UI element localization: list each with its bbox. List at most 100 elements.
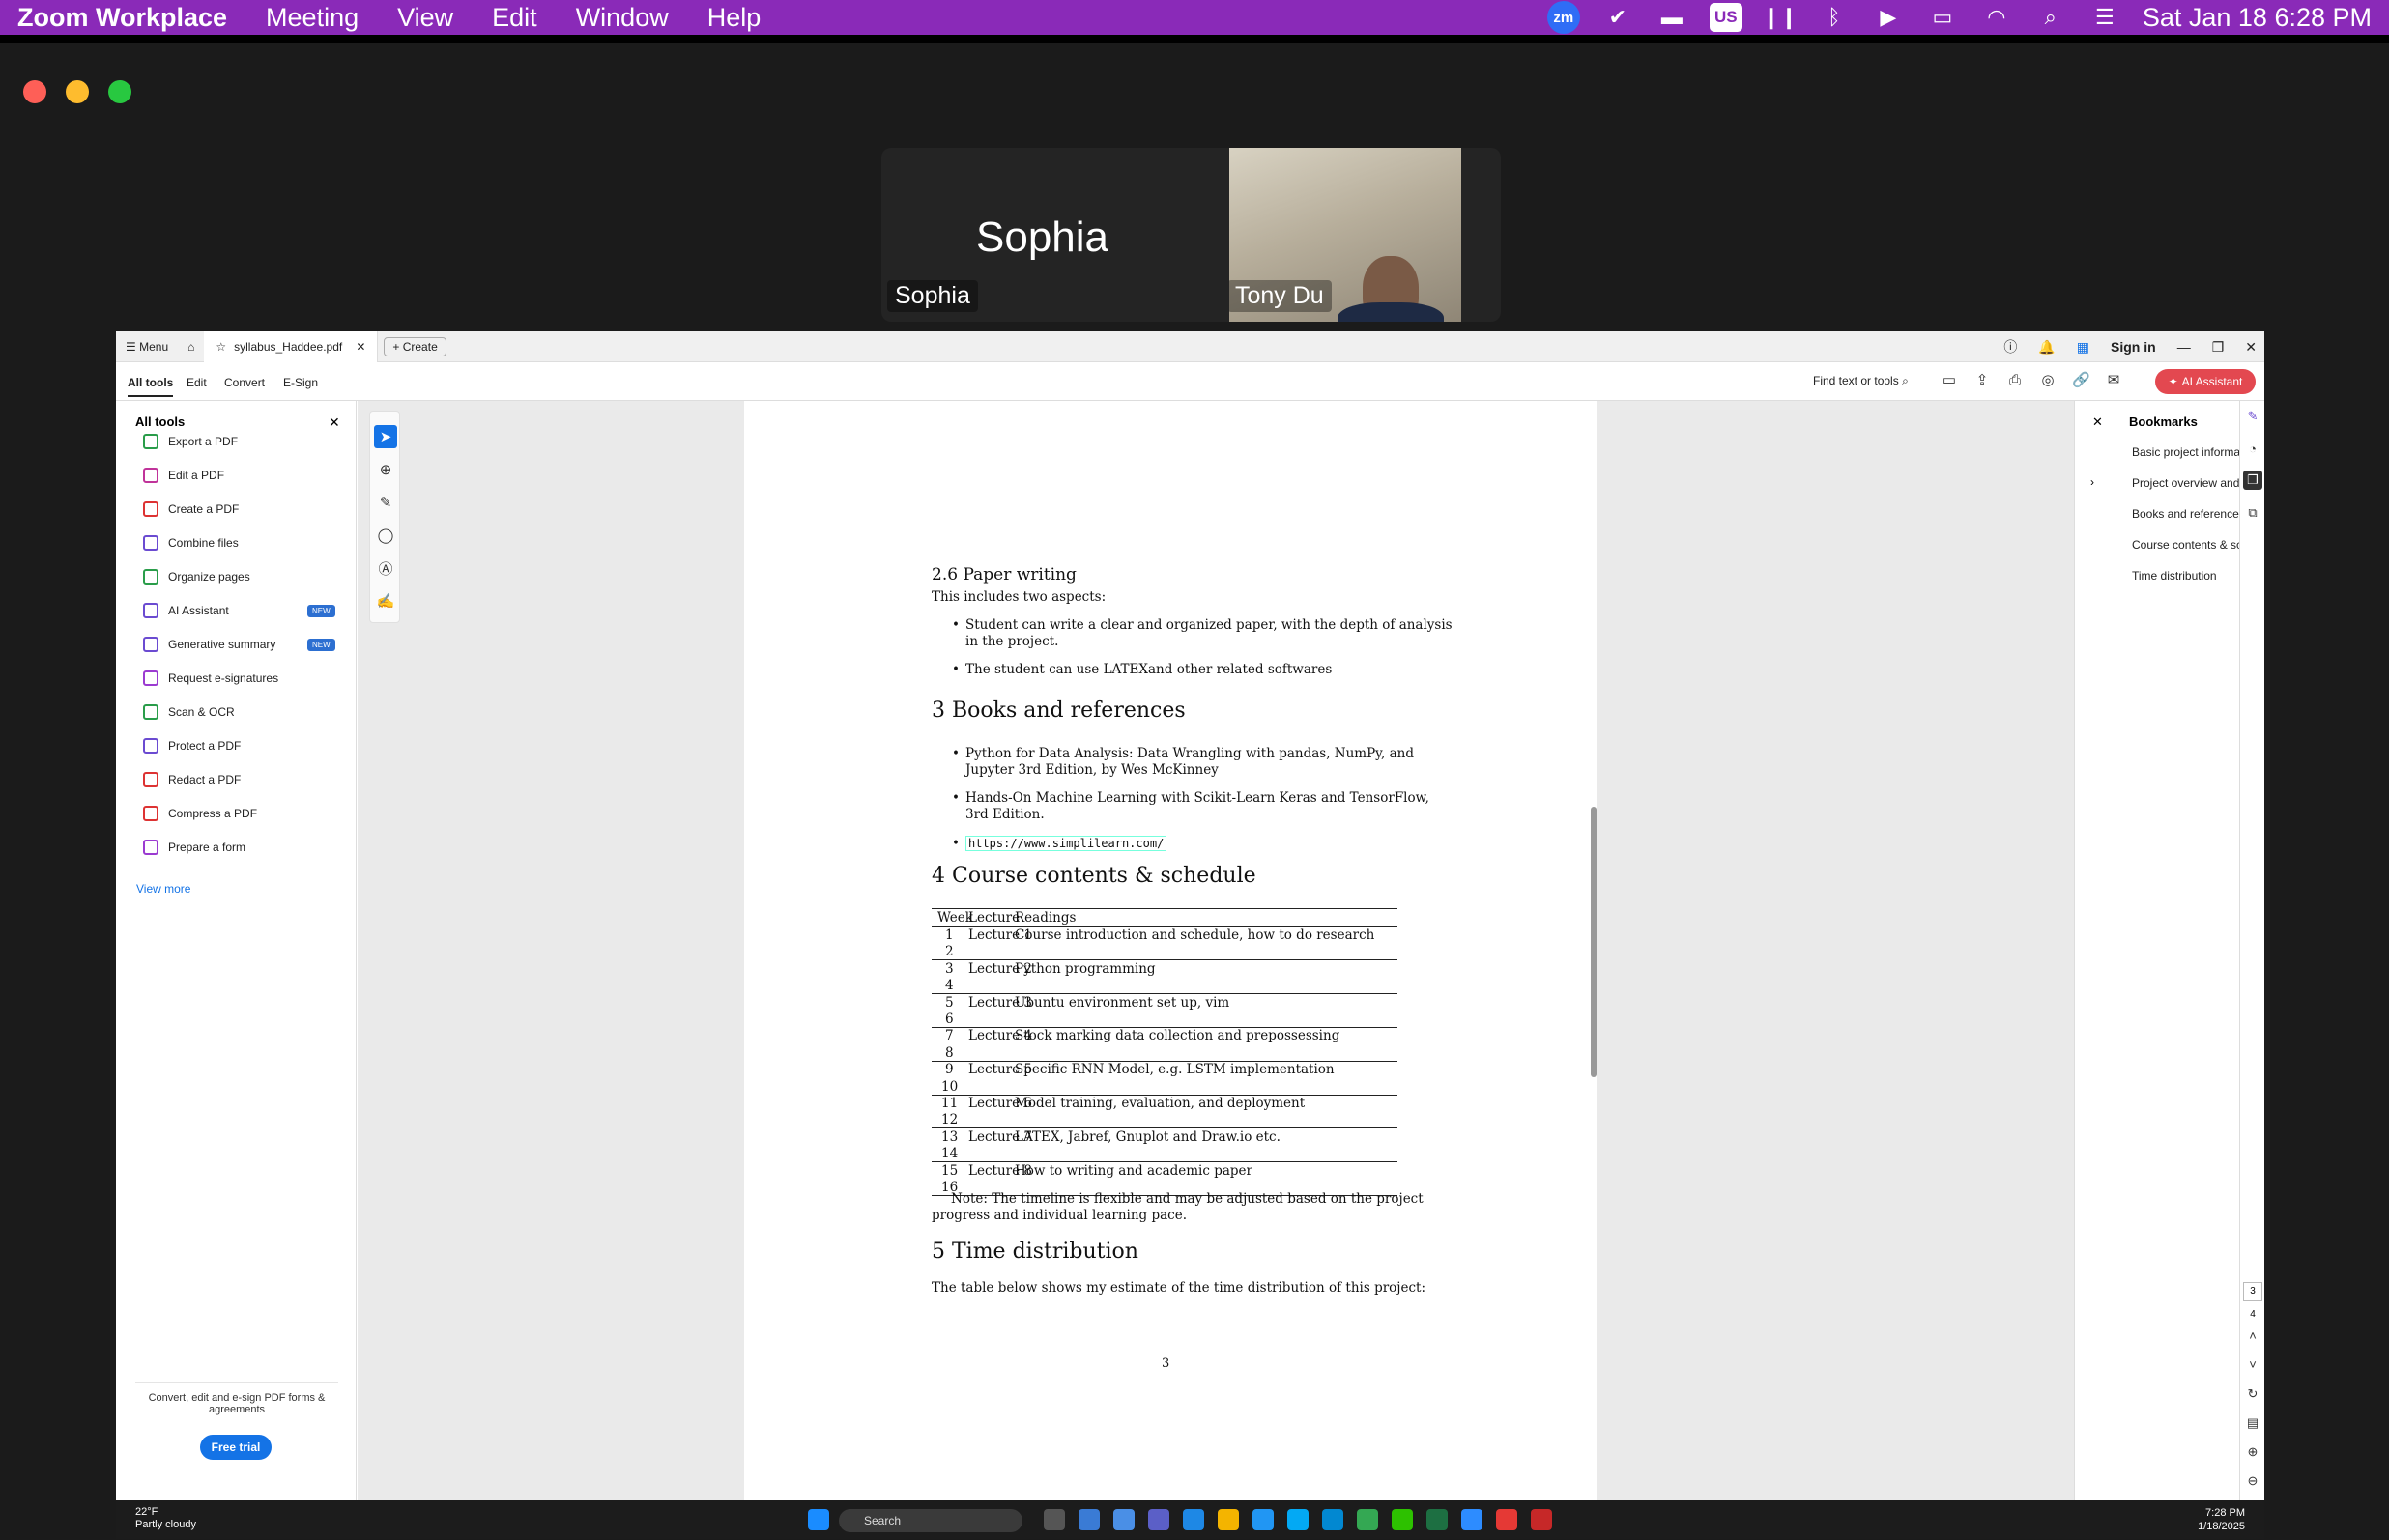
app-icon[interactable] [1252, 1509, 1274, 1530]
taskbar-search[interactable]: Search [839, 1509, 1022, 1532]
airpods-icon[interactable]: ❙❙ [1762, 5, 1798, 30]
weather-widget[interactable]: 22°F Partly cloudy [135, 1506, 196, 1531]
zoom-in-icon[interactable]: ⊕ [2243, 1442, 2262, 1462]
close-window-button[interactable] [23, 80, 46, 103]
tool-prepare-form[interactable]: Prepare a form [143, 838, 245, 857]
bookmark-item[interactable]: Books and references [2132, 507, 2245, 521]
bookmark-item[interactable]: Time distribution [2132, 569, 2217, 583]
page-down-icon[interactable]: ˅ [2243, 1355, 2262, 1375]
close-tab-icon[interactable]: ✕ [356, 340, 365, 354]
chevron-right-icon[interactable]: › [2090, 475, 2094, 489]
app-icon[interactable] [1496, 1509, 1517, 1530]
excel-icon[interactable] [1426, 1509, 1448, 1530]
zoom-out-icon[interactable]: ⊖ [2243, 1471, 2262, 1491]
menu-view[interactable]: View [378, 3, 473, 33]
screen-icon[interactable]: ▬ [1655, 5, 1688, 30]
battery-icon[interactable]: ▭ [1926, 5, 1959, 30]
document-viewport[interactable]: 2.6 Paper writing This includes two aspe… [358, 401, 2074, 1500]
tool-redact-pdf[interactable]: Redact a PDF [143, 770, 241, 789]
bell-icon[interactable]: 🔔 [2038, 339, 2055, 356]
zoom-icon[interactable] [1461, 1509, 1482, 1530]
menubar-clock[interactable]: Sat Jan 18 6:28 PM [2143, 3, 2372, 33]
tab-esign[interactable]: E-Sign [283, 376, 318, 389]
keyboard-input-icon[interactable]: US [1709, 3, 1742, 32]
search-icon[interactable]: ⌕ [2034, 5, 2067, 30]
app-icon[interactable] [1287, 1509, 1309, 1530]
home-icon[interactable]: ⌂ [178, 331, 204, 362]
apps-grid-icon[interactable]: ▦ [2077, 339, 2089, 356]
restore-icon[interactable]: ❐ [2212, 339, 2225, 356]
tool-organize-pages[interactable]: Organize pages [143, 567, 250, 586]
menu-edit[interactable]: Edit [473, 3, 557, 33]
ai-assistant-button[interactable]: ✦ AI Assistant [2155, 369, 2256, 394]
menu-meeting[interactable]: Meeting [246, 3, 378, 33]
view-more-link[interactable]: View more [136, 882, 190, 896]
tab-all-tools[interactable]: All tools [128, 376, 174, 397]
tool-generative-summary[interactable]: Generative summary [143, 635, 275, 654]
minimize-icon[interactable]: — [2177, 339, 2191, 355]
tab-edit[interactable]: Edit [187, 376, 207, 389]
bluetooth-icon[interactable]: ᛒ [1818, 5, 1851, 30]
current-page-field[interactable]: 3 [2243, 1282, 2262, 1301]
tool-edit-pdf[interactable]: Edit a PDF [143, 466, 224, 485]
document-tab[interactable]: ☆ syllabus_Haddee.pdf ✕ [204, 331, 379, 362]
help-icon[interactable]: ⓘ [2003, 337, 2017, 356]
taskbar-clock[interactable]: 7:28 PM 1/18/2025 [2198, 1506, 2245, 1533]
pages-icon[interactable]: ⧉ [2243, 503, 2262, 523]
email-icon[interactable]: ✉ [2105, 372, 2122, 389]
store-icon[interactable] [1113, 1509, 1135, 1530]
reference-link[interactable]: https://www.simplilearn.com/ [965, 836, 1167, 851]
fullscreen-window-button[interactable] [108, 80, 131, 103]
sign-icon[interactable]: ✍ [374, 589, 397, 613]
select-cursor-icon[interactable]: ➤ [374, 425, 397, 448]
find-tools-button[interactable]: Find text or tools ⌕ [1813, 374, 1909, 388]
sign-in-button[interactable]: Sign in [2111, 339, 2156, 355]
hamburger-menu-button[interactable]: ☰ Menu [116, 331, 178, 362]
tool-create-pdf[interactable]: Create a PDF [143, 499, 239, 519]
create-button[interactable]: + Create [384, 336, 446, 356]
close-bookmarks-icon[interactable]: ✕ [2092, 414, 2103, 430]
link-icon[interactable]: 🔗 [2072, 372, 2090, 389]
menu-app-name[interactable]: Zoom Workplace [0, 3, 246, 33]
wifi-icon[interactable]: ◠ [1980, 5, 2013, 30]
star-icon[interactable]: ☆ [216, 340, 226, 354]
tool-export-pdf[interactable]: Export a PDF [143, 432, 238, 451]
tool-compress-pdf[interactable]: Compress a PDF [143, 804, 257, 823]
acrobat-icon[interactable] [1531, 1509, 1552, 1530]
teams-icon[interactable] [1148, 1509, 1169, 1530]
free-trial-button[interactable]: Free trial [200, 1435, 272, 1460]
tool-request-esignatures[interactable]: Request e-signatures [143, 669, 278, 688]
save-icon[interactable]: ▭ [1941, 372, 1958, 389]
bookmarks-icon[interactable]: ❐ [2243, 471, 2262, 490]
tool-protect-pdf[interactable]: Protect a PDF [143, 736, 241, 756]
print-icon[interactable]: ⎙ [2006, 372, 2024, 389]
skype-icon[interactable] [1322, 1509, 1343, 1530]
share-icon[interactable]: ◎ [2039, 372, 2057, 389]
close-panel-icon[interactable]: ✕ [329, 414, 340, 431]
play-icon[interactable]: ▶ [1872, 5, 1905, 30]
start-icon[interactable] [808, 1509, 829, 1530]
close-icon[interactable]: ✕ [2245, 339, 2257, 356]
ai-panel-icon[interactable]: ✎ [2243, 407, 2262, 426]
menu-window[interactable]: Window [557, 3, 688, 33]
tool-scan-ocr[interactable]: Scan & OCR [143, 702, 235, 722]
file-explorer-icon[interactable] [1218, 1509, 1239, 1530]
shield-check-icon[interactable]: ✔ [1601, 5, 1634, 30]
minimize-window-button[interactable] [66, 80, 89, 103]
wechat-icon[interactable] [1392, 1509, 1413, 1530]
comments-icon[interactable]: ◔ [2243, 440, 2262, 459]
control-center-icon[interactable]: ☰ [2088, 5, 2121, 30]
tab-convert[interactable]: Convert [224, 376, 265, 389]
lasso-icon[interactable]: ◯ [374, 524, 397, 547]
vertical-scrollbar[interactable] [1591, 807, 1597, 1077]
highlight-pen-icon[interactable]: ✎ [374, 491, 397, 514]
page-fit-icon[interactable]: ▤ [2243, 1413, 2262, 1433]
edge-icon[interactable] [1183, 1509, 1204, 1530]
tool-combine-files[interactable]: Combine files [143, 533, 239, 553]
chrome-icon[interactable] [1357, 1509, 1378, 1530]
zoom-comment-icon[interactable]: ⊕ [374, 458, 397, 481]
participant-tile-tony[interactable]: Tony Du [1229, 148, 1461, 322]
participant-tile-sophia[interactable]: Sophia Sophia [881, 148, 1229, 322]
taskview-icon[interactable] [1044, 1509, 1065, 1530]
menu-help[interactable]: Help [688, 3, 781, 33]
